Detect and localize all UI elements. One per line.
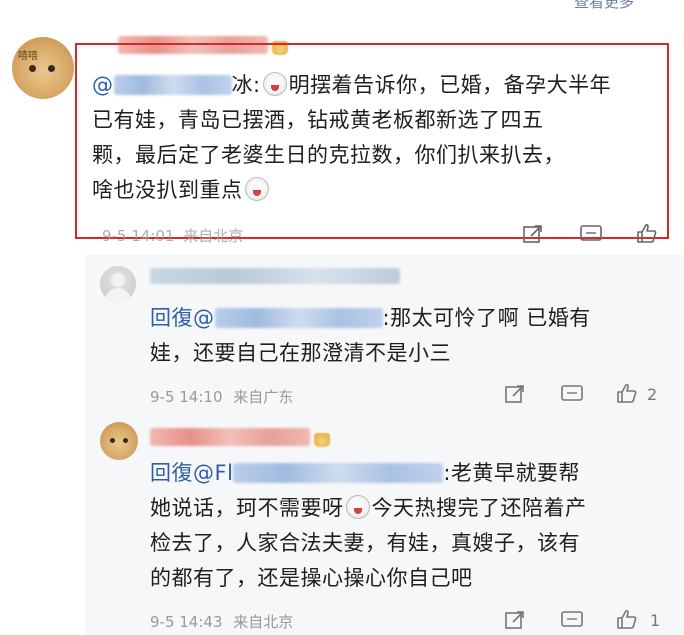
comment-icon[interactable] [560,384,584,404]
comment-line: 啥也没扒到重点 [92,178,243,202]
reply-line: 检去了，人家合法夫妻，有娃，真嫂子，该有 [150,531,580,555]
reply-line: 娃，还要自己在那澄清不是小三 [150,341,451,365]
blurred-mention [214,308,383,328]
laugh-emoji-icon [262,72,287,96]
timestamp: 9-5 14:01 [102,227,175,245]
location: 来自北京 [233,613,294,631]
crown-badge-icon [314,433,330,447]
laugh-emoji-icon [244,177,269,201]
view-more-link[interactable]: 查看更多 [574,0,634,12]
comment-icon[interactable] [579,224,603,244]
reply2-username[interactable] [150,428,330,450]
blurred-mention [113,75,232,95]
timestamp: 9-5 14:10 [150,388,223,406]
like-icon[interactable] [615,608,639,630]
like-icon[interactable] [635,222,659,244]
avatar-eye-right [48,65,55,72]
reply-line: 她说话，珂不需要呀 [150,496,344,520]
location: 来自广东 [233,388,294,406]
comment-line: 颗，最后定了老婆生日的克拉数，你们扒来扒去， [92,143,565,167]
share-icon[interactable] [504,383,526,405]
avatar-body [105,288,131,302]
reply-line: :那太可怜了啊 已婚有 [382,306,591,330]
like-count: 1 [650,611,661,630]
comment-line: 明摆着告诉你，已婚，备孕大半年 [288,73,612,97]
reply1-meta: 9-5 14:10 来自广东 [150,386,293,407]
location: 来自北京 [183,227,244,245]
blurred-username [150,268,400,284]
reply-line: 今天热搜完了还陪着产 [371,496,587,520]
blurred-username [150,428,310,446]
avatar-head [111,273,125,287]
main-comment-meta: 9-5 14:01 来自北京 [102,225,243,246]
reply1-text: 回復@ :那太可怜了啊 已婚有 娃，还要自己在那澄清不是小三 [150,301,670,371]
share-icon[interactable] [504,609,526,631]
avatar-eye-right [123,438,128,443]
mention-suffix: 冰: [231,73,261,97]
comment-icon[interactable] [560,610,584,630]
laugh-emoji-icon [345,495,370,519]
main-comment-text: @ 冰: 明摆着告诉你，已婚，备孕大半年 已有娃，青岛已摆酒，钻戒黄老板都新选了四五… [92,68,672,208]
reply-line: :老黄早就要帮 [443,461,580,485]
avatar-eye-left [110,438,115,443]
avatar-eye-left [29,65,36,72]
reply2-text: 回復@Fl :老黄早就要帮 她说话，珂不需要呀 今天热搜完了还陪着产 检去了，人家合… [150,456,670,596]
reply-prefix[interactable]: 回復@Fl [150,461,233,485]
blurred-mention [233,463,444,483]
like-icon[interactable] [615,382,639,404]
like-count: 2 [647,385,658,404]
timestamp: 9-5 14:43 [150,613,223,631]
main-commenter-avatar[interactable]: 嘻嘻 [12,37,74,99]
reply2-meta: 9-5 14:43 来自北京 [150,611,293,632]
avatar-label: 嘻嘻 [18,51,38,62]
comment-line: 已有娃，青岛已摆酒，钻戒黄老板都新选了四五 [92,108,544,132]
reply2-avatar[interactable] [100,422,138,460]
reply1-avatar[interactable] [100,266,136,302]
share-icon[interactable] [522,223,544,245]
reply-line: 的都有了，还是操心操心你自己吧 [150,566,473,590]
reply-prefix[interactable]: 回復@ [150,306,215,330]
reply1-username[interactable] [150,268,400,288]
mention-at[interactable]: @ [92,73,114,97]
